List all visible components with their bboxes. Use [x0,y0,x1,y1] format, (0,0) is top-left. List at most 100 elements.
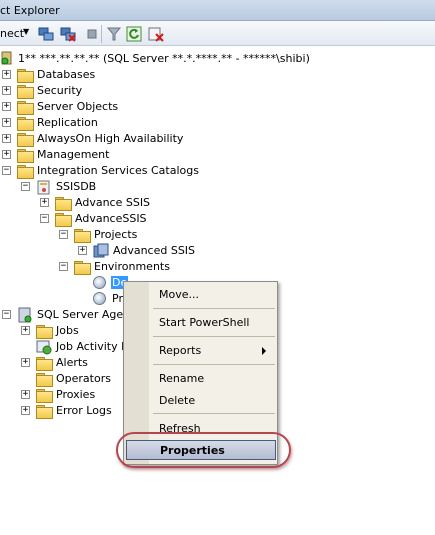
tree-node-error-logs[interactable]: + Error Logs [0,403,123,419]
tree-node-advanced-ssis-project[interactable]: + Advanced SSIS [0,243,200,259]
menu-item-reports[interactable]: Reports [159,344,201,360]
submenu-arrow-icon [262,347,266,355]
expand-icon[interactable]: + [21,390,30,399]
folder-icon [55,197,72,211]
expand-icon[interactable]: + [40,198,49,207]
tree-node-sql-server-agent[interactable]: − SQL Server Agent [0,307,134,323]
tree-node-management[interactable]: + Management [0,147,160,163]
connect-dropdown-arrow-icon[interactable]: ▼ [23,27,29,36]
expand-icon[interactable]: + [2,118,11,127]
tree-node-ssisdb[interactable]: − SSISDB [0,179,140,195]
sql-agent-icon [18,307,32,323]
toolbar-separator [101,25,102,43]
connect-button[interactable]: nect [0,27,24,40]
expand-icon[interactable]: + [2,70,11,79]
node-label: Alerts [56,356,88,369]
tree-node-replication[interactable]: + Replication [0,115,160,131]
folder-icon [74,261,91,275]
annotation-highlight-circle [116,432,291,468]
tree-node-integration-services-catalogs[interactable]: − Integration Services Catalogs [0,163,220,179]
node-label: Integration Services Catalogs [37,164,199,177]
folder-icon [17,133,34,147]
node-label: Operators [56,372,111,385]
folder-icon [55,213,72,227]
collapse-icon[interactable]: − [59,230,68,239]
tree-node-job-activity-monitor[interactable]: Job Activity Mo [0,339,137,355]
refresh-icon[interactable] [126,26,142,42]
expand-icon[interactable]: + [2,150,11,159]
expand-icon[interactable]: + [2,134,11,143]
node-label: Jobs [56,324,79,337]
node-label: Management [37,148,110,161]
disconnect-icon[interactable] [60,26,76,42]
tree-node-environments[interactable]: − Environments [0,259,180,275]
tree-node-environment-dev[interactable]: De [0,275,129,291]
folder-icon [17,149,34,163]
menu-separator [153,413,275,414]
tree-node-databases[interactable]: + Databases [0,67,160,83]
folder-icon [17,101,34,115]
node-label: Replication [37,116,98,129]
expand-icon[interactable]: + [2,102,11,111]
tree-node-security[interactable]: + Security [0,83,160,99]
tree-node-proxies[interactable]: + Proxies [0,387,123,403]
expand-icon[interactable]: + [78,246,87,255]
filter-icon[interactable] [106,26,122,42]
expand-icon[interactable]: + [21,358,30,367]
collapse-icon[interactable]: − [2,310,11,319]
catalog-database-icon [37,180,50,195]
node-label: Advance SSIS [75,196,151,209]
expand-icon[interactable]: + [21,406,30,415]
menu-item-delete[interactable]: Delete [159,394,195,410]
node-label: Pr [112,292,123,305]
menu-item-rename[interactable]: Rename [159,372,204,388]
connect-object-explorer-icon[interactable] [38,26,54,42]
node-label: SQL Server Agent [37,308,135,321]
node-label: Security [37,84,83,97]
expand-icon[interactable]: + [2,86,11,95]
node-label: Proxies [56,388,96,401]
expand-icon[interactable]: + [21,326,30,335]
tree-node-environment-prod[interactable]: Pr [0,291,125,307]
folder-icon [36,373,53,387]
collapse-icon[interactable]: − [21,182,30,191]
folder-icon [17,117,34,131]
tree-node-alwayson[interactable]: + AlwaysOn High Availability [0,131,200,147]
folder-icon [36,389,53,403]
server-label: 1** ***.**.**.** (SQL Server **.*.****.*… [18,52,310,65]
collapse-icon[interactable]: − [2,166,11,175]
environment-icon [93,276,106,289]
stop-icon[interactable] [84,26,100,42]
folder-icon [17,69,34,83]
tree-node-jobs[interactable]: + Jobs [0,323,123,339]
node-label: SSISDB [56,180,97,193]
object-explorer-title-bar: ct Explorer [0,0,435,21]
collapse-icon[interactable]: − [40,214,49,223]
object-explorer-toolbar: nect ▼ [0,21,435,46]
folder-icon [36,325,53,339]
folder-icon [36,405,53,419]
folder-icon [17,165,34,179]
collapse-icon[interactable]: − [59,262,68,271]
folder-icon [17,85,34,99]
tree-node-operators[interactable]: Operators [0,371,123,387]
menu-item-start-powershell[interactable]: Start PowerShell [159,316,249,332]
tree-node-server[interactable]: 1** ***.**.**.** (SQL Server **.*.****.*… [0,51,435,67]
tree-node-server-objects[interactable]: + Server Objects [0,99,160,115]
menu-separator [153,364,275,365]
project-icon [93,243,109,258]
job-activity-monitor-icon [36,340,52,355]
node-label: Projects [94,228,138,241]
node-label: Server Objects [37,100,119,113]
clear-filter-icon[interactable] [148,26,164,42]
tree-node-alerts[interactable]: + Alerts [0,355,123,371]
node-label: AlwaysOn High Availability [37,132,184,145]
tree-node-advancessis-folder[interactable]: − AdvanceSSIS [0,211,160,227]
menu-separator [153,336,275,337]
tree-node-projects[interactable]: − Projects [0,227,160,243]
panel-title: ct Explorer [0,4,60,17]
node-label: Databases [37,68,96,81]
node-label: AdvanceSSIS [75,212,147,225]
tree-node-advance-ssis-folder[interactable]: + Advance SSIS [0,195,160,211]
menu-item-move[interactable]: Move... [159,288,199,304]
